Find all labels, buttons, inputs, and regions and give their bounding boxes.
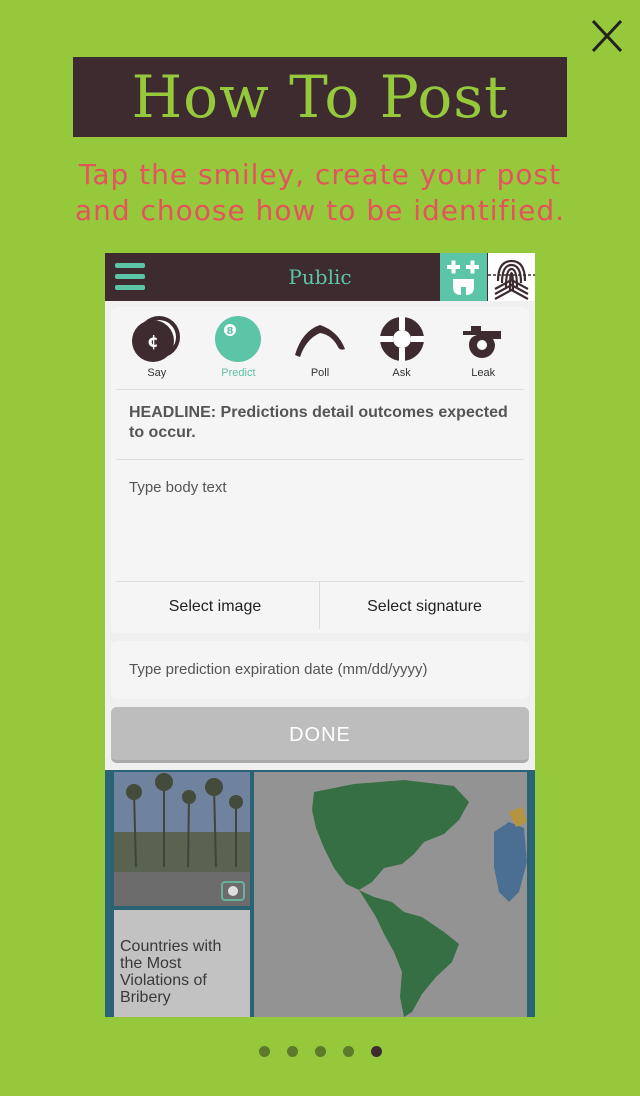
feed-dim-overlay xyxy=(105,770,535,1017)
title-banner: How To Post xyxy=(73,57,567,137)
divider xyxy=(116,389,524,390)
type-predict-label: Predict xyxy=(221,367,256,379)
app-preview: Public ¢ Say 8 Predict Poll Ask Leak HEA… xyxy=(105,253,535,1017)
instructions-line-1: Tap the smiley, create your post xyxy=(78,158,562,191)
type-say[interactable]: ¢ Say xyxy=(118,307,196,387)
type-ask[interactable]: Ask xyxy=(363,307,441,387)
body-text-input[interactable]: Type body text xyxy=(129,479,519,579)
expiration-card: Type prediction expiration date (mm/dd/y… xyxy=(111,641,529,699)
page-dot-5[interactable] xyxy=(370,1046,382,1057)
type-leak[interactable]: Leak xyxy=(444,307,522,387)
lifebuoy-icon xyxy=(379,317,424,361)
page-title: How To Post xyxy=(131,63,509,131)
close-button[interactable] xyxy=(588,16,626,56)
expiration-date-input[interactable]: Type prediction expiration date (mm/dd/y… xyxy=(129,641,427,699)
done-button[interactable]: DONE xyxy=(111,707,529,763)
type-poll-label: Poll xyxy=(310,367,330,379)
type-poll[interactable]: Poll xyxy=(281,307,359,387)
smiley-icon xyxy=(447,260,479,295)
boomerang-icon xyxy=(294,325,345,357)
select-image-button[interactable]: Select image xyxy=(111,581,319,633)
page-dot-3[interactable] xyxy=(314,1046,326,1057)
divider xyxy=(116,459,524,460)
identity-button[interactable] xyxy=(488,253,535,301)
cent-coin-icon: ¢ xyxy=(131,316,180,362)
page-dot-2[interactable] xyxy=(286,1046,298,1057)
pagination-dots xyxy=(0,1046,640,1058)
menu-icon[interactable] xyxy=(115,263,145,291)
type-leak-label: Leak xyxy=(471,367,496,379)
fingerprint-icon xyxy=(488,259,535,300)
type-predict[interactable]: 8 Predict xyxy=(199,307,277,387)
select-signature-button[interactable]: Select signature xyxy=(320,581,529,633)
whistle-icon xyxy=(463,326,502,358)
app-bar: Public xyxy=(105,253,535,301)
svg-text:¢: ¢ xyxy=(147,332,159,352)
post-type-selector: ¢ Say 8 Predict Poll Ask Leak xyxy=(111,307,529,387)
eight-ball-icon: 8 xyxy=(215,316,262,362)
post-card: ¢ Say 8 Predict Poll Ask Leak HEADLINE: … xyxy=(111,307,529,633)
instructions-text: Tap the smiley, create your post and cho… xyxy=(20,157,620,229)
svg-text:8: 8 xyxy=(227,326,234,337)
close-icon xyxy=(591,19,623,53)
app-bar-title: Public xyxy=(288,265,352,289)
page-dot-4[interactable] xyxy=(342,1046,354,1057)
type-ask-label: Ask xyxy=(392,367,411,379)
type-say-label: Say xyxy=(147,367,167,379)
smiley-button[interactable] xyxy=(440,253,487,301)
headline-input[interactable]: HEADLINE: Predictions detail outcomes ex… xyxy=(129,403,519,443)
instructions-line-2: and choose how to be identified. xyxy=(74,194,566,227)
page-dot-1[interactable] xyxy=(258,1046,270,1057)
